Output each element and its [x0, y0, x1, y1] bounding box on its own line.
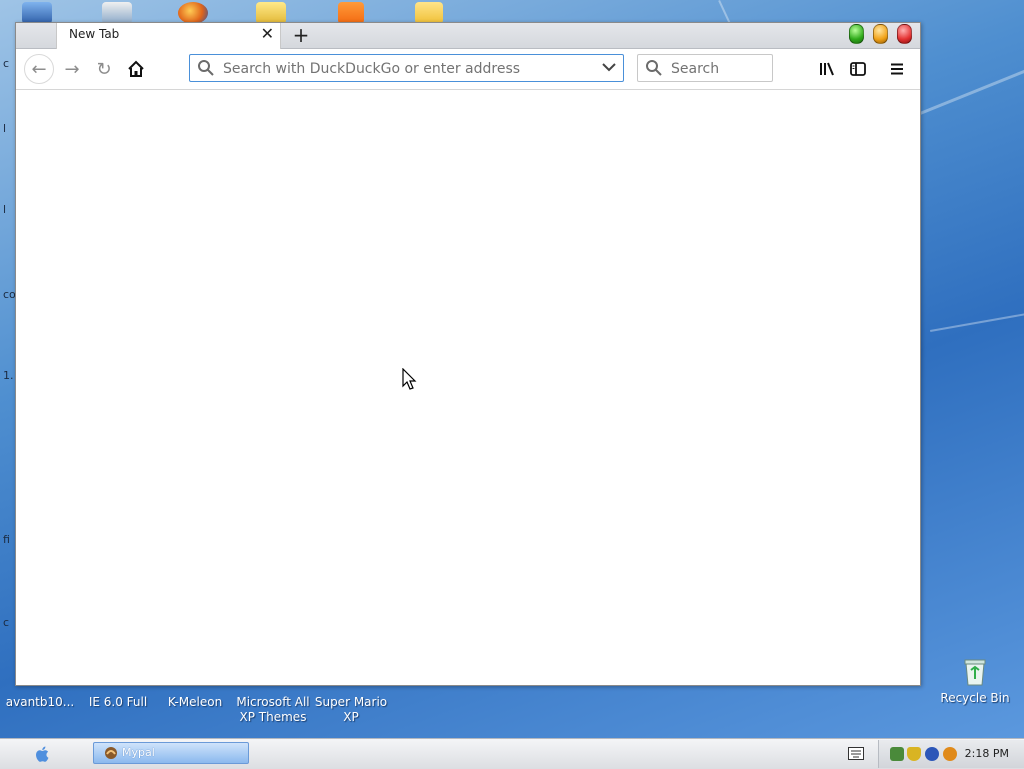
network-icon[interactable]	[890, 747, 904, 761]
search-tray-icon[interactable]	[943, 747, 957, 761]
firefox-desktop-icon[interactable]	[178, 2, 208, 24]
search-icon	[198, 60, 214, 76]
desktop-label-fragment: c	[3, 57, 10, 70]
printer-desktop-icon[interactable]	[102, 2, 132, 24]
chevron-down-icon[interactable]	[601, 58, 617, 76]
taskbar: Mypal 2:18 PM	[0, 738, 1024, 769]
security-shield-icon[interactable]	[907, 747, 921, 761]
new-tab-plus-icon[interactable]: +	[290, 23, 312, 47]
maximize-button[interactable]	[849, 24, 864, 44]
close-window-button[interactable]	[897, 24, 912, 44]
desktop-icon-ie6[interactable]: IE 6.0 Full	[78, 695, 158, 710]
keyboard-icon[interactable]	[848, 747, 864, 760]
tab-new-tab[interactable]: New Tab ✕	[56, 23, 281, 49]
page-content[interactable]	[16, 90, 920, 685]
close-tab-icon[interactable]: ✕	[261, 24, 274, 43]
clock[interactable]: 2:18 PM	[965, 747, 1009, 760]
tab-title: New Tab	[69, 27, 120, 41]
desktop-label-fragment: co	[3, 288, 16, 301]
update-icon[interactable]	[925, 747, 939, 761]
back-arrow-icon[interactable]: ←	[24, 54, 54, 84]
taskbar-button-mypal[interactable]: Mypal	[93, 742, 249, 764]
system-tray: 2:18 PM	[878, 740, 1024, 768]
forward-arrow-icon[interactable]: →	[58, 55, 86, 83]
recycle-bin[interactable]: Recycle Bin	[935, 655, 1015, 705]
browser-window: New Tab ✕ + ← → ↻	[15, 22, 921, 686]
mypal-app-icon	[105, 747, 117, 759]
computer-desktop-icon[interactable]	[22, 2, 52, 24]
home-icon[interactable]	[122, 55, 150, 83]
reload-icon[interactable]: ↻	[90, 55, 118, 83]
taskbar-button-label: Mypal	[122, 746, 155, 759]
desktop-icon-label: IE 6.0 Full	[88, 695, 148, 709]
desktop-label-fragment: l	[3, 203, 7, 216]
desktop-icon-label: Super Mario XP	[314, 695, 388, 724]
desktop-icon-super-mario[interactable]: Super Mario XP	[311, 695, 391, 725]
url-bar[interactable]	[189, 54, 624, 82]
desktop-label-fragment: l	[3, 122, 7, 135]
library-icon[interactable]	[813, 55, 841, 83]
search-box[interactable]	[637, 54, 773, 82]
desktop-icon-avantbrowser[interactable]: avantb10...	[0, 695, 80, 710]
recycle-bin-icon	[964, 659, 986, 686]
hamburger-menu-icon[interactable]	[883, 55, 911, 83]
tab-strip: New Tab ✕ +	[16, 23, 920, 49]
folder-desktop-icon[interactable]	[415, 2, 443, 24]
search-icon	[646, 60, 662, 76]
mouse-cursor-icon	[402, 368, 417, 390]
wallpaper-streak	[930, 277, 1024, 332]
desktop-icon-xp-themes[interactable]: Microsoft All XP Themes	[233, 695, 313, 725]
apple-start-icon[interactable]	[34, 745, 52, 763]
url-input[interactable]	[221, 58, 595, 80]
navigation-toolbar: ← → ↻	[16, 49, 920, 90]
window-controls	[849, 24, 912, 44]
zip-folder-desktop-icon[interactable]	[256, 2, 286, 24]
vlc-desktop-icon[interactable]	[338, 2, 364, 24]
desktop-icon-label: K-Meleon	[167, 695, 223, 709]
recycle-bin-label: Recycle Bin	[940, 691, 1010, 705]
desktop-label-fragment: fi	[3, 533, 10, 546]
desktop-label-fragment: c	[3, 616, 10, 629]
desktop-icon-label: Microsoft All XP Themes	[236, 695, 310, 724]
search-input[interactable]	[669, 58, 773, 80]
desktop-icon-label: avantb10...	[5, 695, 75, 709]
desktop-label-fragment: 1.	[3, 369, 14, 382]
sidebar-icon[interactable]	[844, 55, 872, 83]
minimize-button[interactable]	[873, 24, 888, 44]
desktop-icon-kmeleon[interactable]: K-Meleon	[155, 695, 235, 710]
